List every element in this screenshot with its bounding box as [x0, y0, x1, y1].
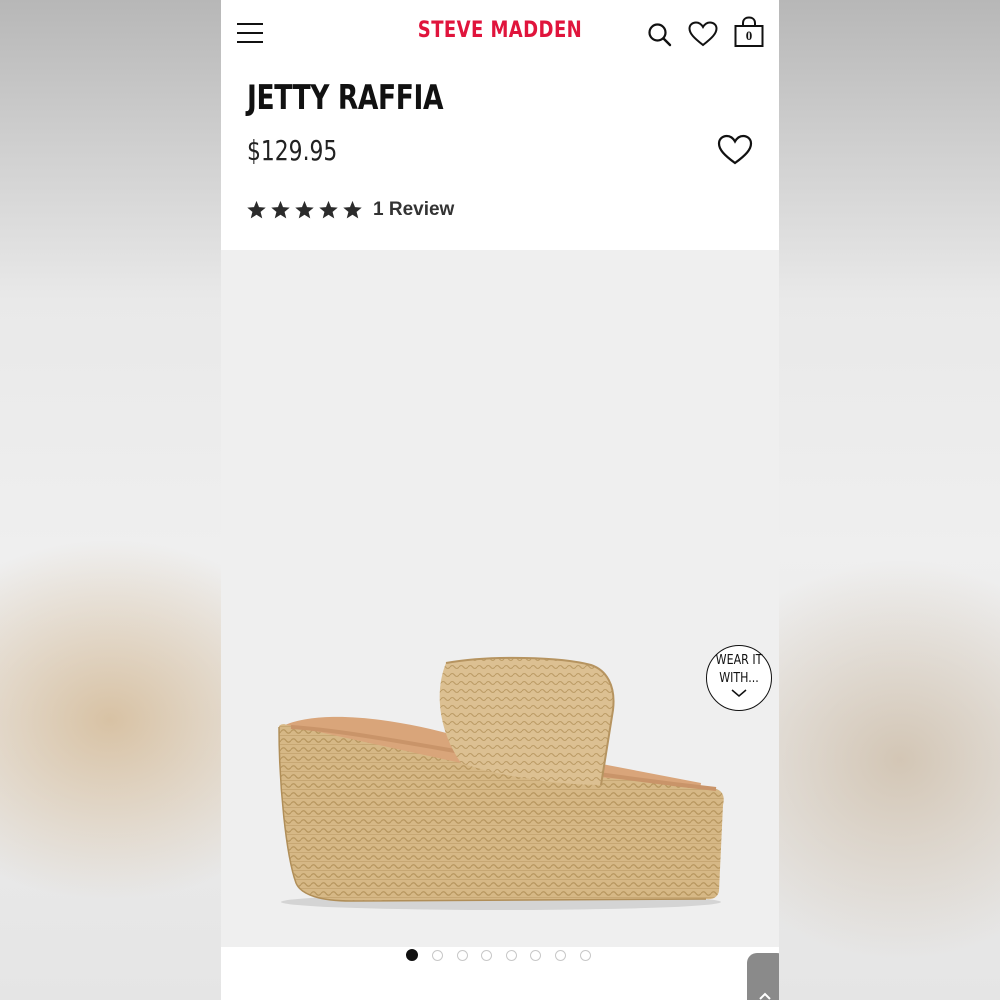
pagination-dot[interactable]: [530, 950, 541, 961]
heart-icon[interactable]: [688, 21, 718, 47]
star-icon: [343, 200, 362, 219]
star-icon: [319, 200, 338, 219]
product-image-gallery[interactable]: WEAR IT WITH...: [221, 250, 779, 947]
scroll-to-top-button[interactable]: [747, 953, 779, 1000]
product-title: JETTY RAFFIA: [247, 78, 444, 118]
star-icon: [271, 200, 290, 219]
phone-screen: STEVE MADDEN 0 JETTY RAFFIA $129.95 1 Re…: [221, 0, 779, 1000]
pagination-dot[interactable]: [481, 950, 492, 961]
rating-summary[interactable]: 1 Review: [246, 196, 454, 224]
wear-it-with-button[interactable]: WEAR IT WITH...: [706, 645, 772, 711]
bag-button[interactable]: 0: [734, 16, 764, 48]
pagination-dot[interactable]: [457, 950, 468, 961]
bag-count: 0: [745, 28, 753, 43]
menu-icon[interactable]: [237, 21, 263, 45]
search-icon[interactable]: [647, 22, 673, 48]
wear-it-line-2: WITH...: [719, 671, 759, 686]
chevron-down-icon: [731, 689, 747, 697]
product-image-wedge-sandal: [278, 656, 724, 910]
review-count-link[interactable]: 1 Review: [373, 199, 454, 221]
pagination-dot[interactable]: [580, 950, 591, 961]
gallery-pagination: [221, 948, 779, 966]
wear-it-line-1: WEAR IT: [715, 653, 763, 668]
pagination-dot[interactable]: [432, 950, 443, 961]
pagination-dot[interactable]: [506, 950, 517, 961]
add-to-wishlist-heart-icon[interactable]: [717, 134, 753, 166]
chevron-up-icon: [759, 992, 771, 1000]
star-rating: [246, 200, 363, 220]
product-price: $129.95: [247, 134, 338, 167]
star-icon: [295, 200, 314, 219]
site-header: STEVE MADDEN 0: [221, 0, 779, 68]
pagination-dot[interactable]: [555, 950, 566, 961]
pagination-dot[interactable]: [406, 949, 418, 961]
star-icon: [247, 200, 266, 219]
